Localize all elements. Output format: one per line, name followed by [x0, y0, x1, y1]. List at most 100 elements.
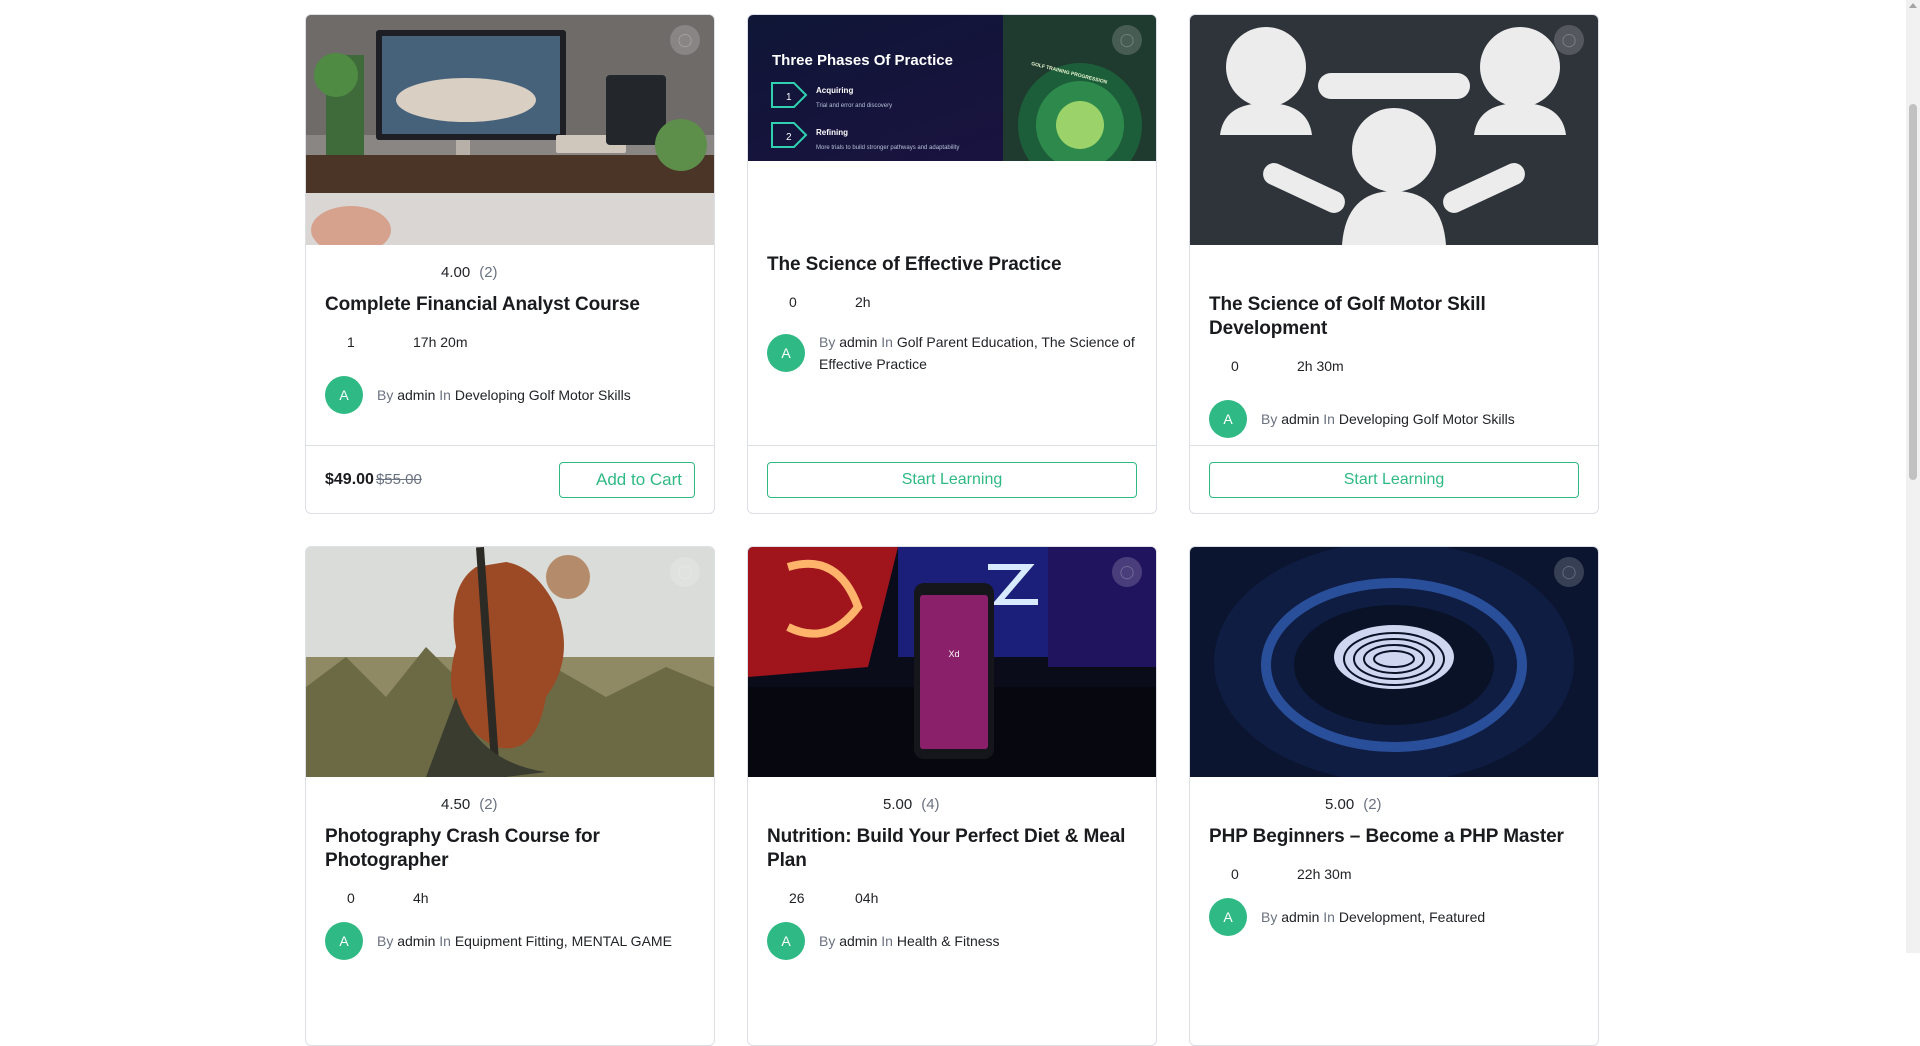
- rating-value: 4.50: [441, 795, 471, 813]
- enrolled-count: 1: [325, 334, 391, 350]
- course-meta: 0 2h 30m: [1209, 358, 1579, 374]
- course-footer: Start Learning: [1190, 445, 1598, 513]
- author-row: A By admin In Developing Golf Motor Skil…: [325, 376, 695, 414]
- by-label: By: [819, 933, 836, 949]
- course-thumbnail[interactable]: ◯: [1190, 547, 1598, 777]
- author-row: A By admin In Equipment Fitting, MENTAL …: [325, 922, 695, 960]
- course-thumbnail[interactable]: Xd ◯: [748, 547, 1156, 777]
- rating-value: 4.00: [441, 263, 471, 281]
- scrollbar-thumb[interactable]: [1909, 104, 1917, 480]
- category-link[interactable]: Health & Fitness: [897, 933, 1000, 949]
- byline: By admin In Development, Featured: [1261, 898, 1485, 928]
- by-label: By: [1261, 411, 1278, 427]
- avatar[interactable]: A: [767, 334, 805, 372]
- course-thumbnail[interactable]: Three Phases Of Practice 1 Acquiring Tri…: [748, 15, 1156, 161]
- course-duration: 17h 20m: [391, 334, 467, 350]
- in-label: In: [1323, 411, 1335, 427]
- category-link[interactable]: Developing Golf Motor Skills: [455, 387, 631, 403]
- thumb-step2-title: Refining: [816, 128, 848, 137]
- avatar[interactable]: A: [767, 922, 805, 960]
- author-link[interactable]: admin: [839, 933, 877, 949]
- byline: By admin In Developing Golf Motor Skills: [1261, 400, 1515, 430]
- wishlist-button[interactable]: ◯: [670, 25, 700, 55]
- course-title[interactable]: PHP Beginners – Become a PHP Master: [1209, 825, 1579, 849]
- in-label: In: [881, 334, 893, 350]
- course-footer: $49.00 $55.00 Add to Cart: [306, 445, 714, 513]
- thumb-step2-desc: More trials to build stronger pathways a…: [816, 145, 959, 151]
- author-link[interactable]: admin: [397, 933, 435, 949]
- duration-value: 04h: [855, 890, 879, 906]
- category-link[interactable]: Developing Golf Motor Skills: [1339, 411, 1515, 427]
- course-title[interactable]: The Science of Effective Practice: [767, 253, 1137, 277]
- course-title[interactable]: The Science of Golf Motor Skill Developm…: [1209, 293, 1579, 341]
- rating-count: (2): [479, 795, 498, 813]
- course-duration: 04h: [833, 890, 899, 906]
- scroll-up-arrow-icon[interactable]: [1909, 3, 1917, 8]
- add-to-cart-button[interactable]: Add to Cart: [559, 461, 695, 498]
- course-rating: 5.00 (2): [1209, 795, 1579, 813]
- enrolled-value: 0: [347, 890, 355, 906]
- in-label: In: [1323, 909, 1335, 925]
- course-grid: ◯ 4.00 (2) Complete Financial Analyst Co…: [305, 14, 1599, 1046]
- thumb-step1-num: 1: [786, 92, 792, 103]
- page-scrollbar[interactable]: [1906, 0, 1920, 953]
- thumb-step2-num: 2: [786, 132, 792, 143]
- duration-value: 22h 30m: [1297, 866, 1352, 882]
- course-title[interactable]: Nutrition: Build Your Perfect Diet & Mea…: [767, 825, 1137, 873]
- user-icon: [767, 890, 783, 906]
- duration-value: 2h 30m: [1297, 358, 1344, 374]
- duration-value: 2h: [855, 294, 871, 310]
- course-title[interactable]: Complete Financial Analyst Course: [325, 293, 695, 317]
- category-link[interactable]: Equipment Fitting, MENTAL GAME: [455, 933, 672, 949]
- course-title[interactable]: Photography Crash Course for Photographe…: [325, 825, 695, 873]
- course-footer: Start Learning: [748, 445, 1156, 513]
- course-rating: 5.00 (4): [767, 795, 1137, 813]
- course-rating: 4.00 (2): [325, 263, 695, 281]
- wishlist-button[interactable]: ◯: [1554, 25, 1584, 55]
- enrolled-value: 26: [789, 890, 805, 906]
- course-card: ◯ 4.50 (2) Photography Crash Course for …: [305, 546, 715, 1046]
- category-link[interactable]: Development, Featured: [1339, 909, 1485, 925]
- wishlist-button[interactable]: ◯: [1112, 25, 1142, 55]
- user-icon: [767, 294, 783, 310]
- bookmark-icon: ◯: [1561, 32, 1577, 47]
- course-thumbnail[interactable]: ◯: [306, 15, 714, 245]
- sale-price: $49.00: [325, 470, 374, 488]
- enrolled-count: 26: [767, 890, 833, 906]
- by-label: By: [377, 387, 394, 403]
- clock-icon: [391, 334, 407, 350]
- course-body: 5.00 (4) Nutrition: Build Your Perfect D…: [748, 777, 1156, 1045]
- rating-count: (2): [1363, 795, 1382, 813]
- wishlist-button[interactable]: ◯: [1112, 557, 1142, 587]
- avatar[interactable]: A: [1209, 898, 1247, 936]
- start-learning-button[interactable]: Start Learning: [767, 461, 1137, 498]
- original-price: $55.00: [375, 471, 422, 488]
- enrolled-value: 0: [1231, 358, 1239, 374]
- start-learning-button[interactable]: Start Learning: [1209, 461, 1579, 498]
- author-link[interactable]: admin: [839, 334, 877, 350]
- desk-setup-image: [306, 15, 714, 245]
- photographer-field-image: [306, 547, 714, 777]
- author-link[interactable]: admin: [1281, 411, 1319, 427]
- course-duration: 2h 30m: [1275, 358, 1344, 374]
- wishlist-button[interactable]: ◯: [670, 557, 700, 587]
- user-icon: [325, 890, 341, 906]
- course-rating: 4.50 (2): [325, 795, 695, 813]
- bookmark-icon: ◯: [677, 564, 693, 579]
- author-link[interactable]: admin: [1281, 909, 1319, 925]
- course-duration: 22h 30m: [1275, 866, 1351, 882]
- avatar[interactable]: A: [325, 376, 363, 414]
- rating-value: 5.00: [883, 795, 913, 813]
- author-link[interactable]: admin: [397, 387, 435, 403]
- course-thumbnail[interactable]: ◯: [306, 547, 714, 777]
- bookmark-icon: ◯: [1119, 32, 1135, 47]
- course-thumbnail[interactable]: ◯: [1190, 15, 1598, 245]
- thumb-step1-desc: Trial and error and discovery: [816, 103, 892, 109]
- course-duration: 4h: [391, 890, 457, 906]
- enrolled-value: 0: [1231, 866, 1239, 882]
- wishlist-button[interactable]: ◯: [1554, 557, 1584, 587]
- avatar[interactable]: A: [1209, 400, 1247, 438]
- duration-value: 4h: [413, 890, 429, 906]
- avatar[interactable]: A: [325, 922, 363, 960]
- enrolled-value: 1: [347, 334, 355, 350]
